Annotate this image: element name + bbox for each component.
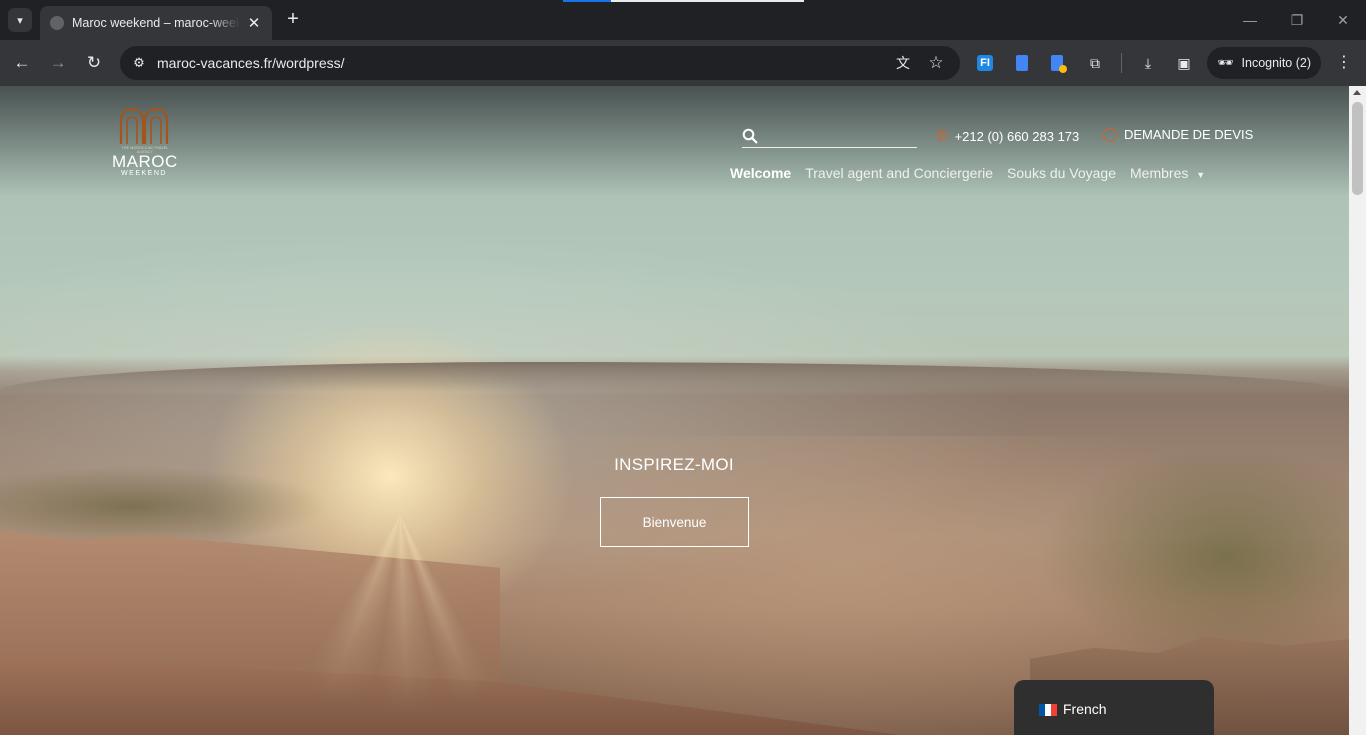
sun-rays (210, 336, 590, 735)
kebab-menu-icon[interactable]: ⋮ (1334, 52, 1354, 74)
download-icon[interactable]: ⤓ (1137, 52, 1159, 74)
toolbar-divider (1121, 53, 1122, 73)
reload-icon[interactable]: ↻ (83, 52, 105, 74)
star-icon[interactable]: ☆ (925, 52, 947, 74)
welcome-button[interactable]: Bienvenue (600, 497, 749, 547)
incognito-button[interactable]: 🕶 Incognito (2) (1207, 47, 1321, 79)
globe-icon (50, 16, 64, 30)
french-flag-icon (1039, 704, 1057, 716)
window-close-icon[interactable]: ✕ (1333, 10, 1353, 30)
logo-name: MAROC (112, 152, 178, 171)
quote-request-label: DEMANDE DE DEVIS (1124, 127, 1254, 142)
forward-arrow-icon[interactable]: → (47, 52, 69, 74)
incognito-icon: 🕶 (1217, 55, 1234, 70)
search-icon[interactable] (742, 128, 758, 144)
close-icon[interactable]: ✕ (246, 14, 262, 32)
language-switcher[interactable]: French (1014, 680, 1214, 735)
nav-item-membres-label: Membres (1130, 165, 1189, 181)
plus-icon[interactable]: + (282, 8, 304, 30)
site-logo[interactable]: THE MOROCCAN TRAVEL AGENCY MAROC WEEKEND (112, 106, 178, 180)
incognito-label: Incognito (2) (1241, 56, 1311, 70)
extension-fi-icon[interactable]: FI (977, 55, 993, 71)
nav-item-membres[interactable]: Membres ▼ (1130, 165, 1205, 181)
tab-strip: ▾ Maroc weekend – maroc-weekend ✕ + — ❐ … (0, 0, 1366, 40)
minimize-icon[interactable]: — (1240, 10, 1260, 30)
phone-link[interactable]: ✆ +212 (0) 660 283 173 (936, 127, 1079, 145)
extension-doc-icon[interactable] (1016, 55, 1028, 71)
restore-icon[interactable]: ❐ (1287, 10, 1307, 30)
browser-toolbar: ← → ↻ ⚙ maroc-vacances.fr/wordpress/ 文 ☆… (0, 40, 1366, 86)
site-search (742, 124, 917, 148)
page-scrollbar[interactable] (1349, 86, 1366, 735)
hero-section: THE MOROCCAN TRAVEL AGENCY MAROC WEEKEND… (0, 86, 1349, 735)
hero-title: INSPIREZ-MOI (614, 455, 734, 474)
language-label: French (1063, 701, 1107, 717)
quote-request-link[interactable]: DEMANDE DE DEVIS (1103, 127, 1253, 142)
search-input[interactable] (764, 124, 914, 146)
scrollbar-thumb[interactable] (1352, 102, 1363, 195)
back-arrow-icon[interactable]: ← (11, 52, 33, 74)
browser-tab[interactable]: Maroc weekend – maroc-weekend ✕ (40, 6, 272, 40)
scroll-up-icon[interactable] (1353, 90, 1361, 95)
nav-item-travel-agent[interactable]: Travel agent and Conciergerie (805, 165, 993, 181)
logo-arch-icon (119, 107, 169, 144)
nav-item-welcome[interactable]: Welcome (730, 165, 791, 181)
circle-icon (1103, 127, 1117, 142)
phone-icon: ✆ (936, 128, 949, 145)
chevron-down-icon: ▼ (1196, 170, 1206, 180)
extension-doc-badge-icon[interactable] (1051, 55, 1067, 73)
puzzle-icon[interactable]: ⧉ (1084, 52, 1106, 74)
tab-title: Maroc weekend – maroc-weekend (72, 16, 240, 30)
side-panel-icon[interactable]: ▣ (1173, 52, 1195, 74)
phone-number: +212 (0) 660 283 173 (954, 128, 1080, 144)
site-info-icon[interactable]: ⚙ (128, 52, 150, 74)
main-navigation: Welcome Travel agent and Conciergerie So… (730, 165, 1219, 181)
url-text[interactable]: maroc-vacances.fr/wordpress/ (157, 55, 345, 71)
nav-item-souks[interactable]: Souks du Voyage (1007, 165, 1116, 181)
translate-icon[interactable]: 文 (892, 52, 914, 74)
address-bar[interactable]: ⚙ maroc-vacances.fr/wordpress/ 文 ☆ (120, 46, 960, 80)
tab-search-icon[interactable]: ▾ (8, 8, 32, 32)
logo-subtitle: WEEKEND (121, 170, 167, 177)
loading-indicator (563, 0, 804, 2)
